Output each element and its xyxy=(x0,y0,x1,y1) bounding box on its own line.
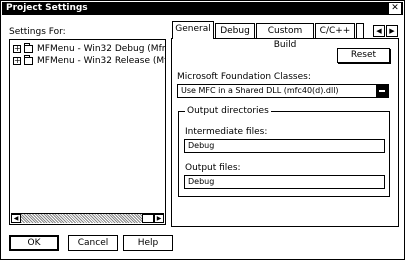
reset-button[interactable]: Reset xyxy=(337,48,390,63)
folder-icon xyxy=(24,55,33,65)
project-settings-dialog: Project Settings ✕ Settings For: + MFMen… xyxy=(0,0,405,260)
tree-item-label[interactable]: MFMenu - Win32 Release (Mfme xyxy=(37,56,165,67)
tab-general[interactable]: General xyxy=(172,21,214,39)
tab-scroll-right-icon[interactable]: ▶ xyxy=(386,25,398,37)
tab-debug[interactable]: Debug xyxy=(215,23,255,38)
output-files-input[interactable]: Debug xyxy=(184,175,385,189)
settings-for-label: Settings For: xyxy=(9,27,66,37)
output-files-value: Debug xyxy=(188,177,215,186)
ok-button[interactable]: OK xyxy=(9,235,59,251)
intermediate-files-value: Debug xyxy=(188,141,215,150)
settings-tree[interactable]: + MFMenu - Win32 Debug (Mfmen + MFMenu -… xyxy=(9,39,166,225)
intermediate-files-input[interactable]: Debug xyxy=(184,139,385,153)
horizontal-scrollbar[interactable]: ◀ ▶ xyxy=(11,213,164,223)
folder-icon xyxy=(24,43,33,53)
scroll-track[interactable] xyxy=(21,214,154,223)
scroll-right-icon[interactable]: ▶ xyxy=(154,214,164,223)
expand-icon[interactable]: + xyxy=(13,45,21,53)
tab-custom-build[interactable]: Custom Build xyxy=(256,23,314,50)
scroll-left-icon[interactable]: ◀ xyxy=(11,214,21,223)
mfc-select[interactable]: Use MFC in a Shared DLL (mfc40(d).dll) xyxy=(177,84,389,98)
tab-overflow[interactable] xyxy=(356,23,364,38)
help-button[interactable]: Help xyxy=(123,235,173,251)
tab-cpp[interactable]: C/C++ xyxy=(315,23,355,38)
tree-item-label[interactable]: MFMenu - Win32 Debug (Mfmen xyxy=(37,44,165,55)
close-icon[interactable]: ✕ xyxy=(389,3,401,14)
dropdown-arrow-icon[interactable] xyxy=(376,85,388,97)
window-title: Project Settings xyxy=(6,3,88,13)
output-files-label: Output files: xyxy=(185,163,241,173)
expand-icon[interactable]: + xyxy=(13,57,21,65)
mfc-label: Microsoft Foundation Classes: xyxy=(177,72,311,82)
tab-scroll-left-icon[interactable]: ◀ xyxy=(373,25,385,37)
intermediate-files-label: Intermediate files: xyxy=(185,127,268,137)
title-bar[interactable]: Project Settings ✕ xyxy=(2,2,403,15)
cancel-button[interactable]: Cancel xyxy=(68,235,118,251)
scroll-thumb[interactable] xyxy=(142,214,154,223)
output-directories-label: Output directories xyxy=(185,106,271,116)
mfc-selected-value: Use MFC in a Shared DLL (mfc40(d).dll) xyxy=(181,86,339,95)
